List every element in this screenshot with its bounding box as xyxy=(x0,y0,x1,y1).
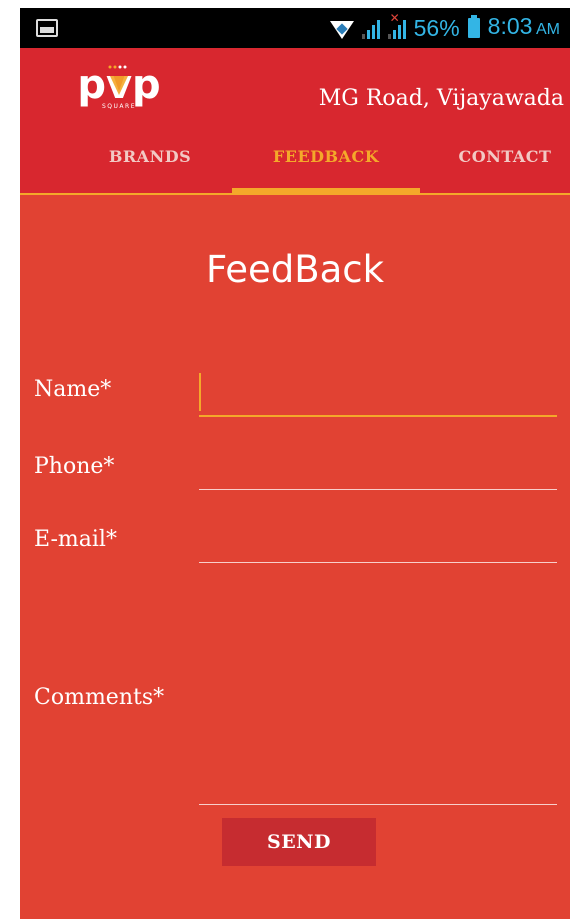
wifi-icon xyxy=(329,21,354,39)
signal-icon-no-sim: ✕ xyxy=(387,11,406,39)
email-input[interactable] xyxy=(199,518,557,563)
battery-icon xyxy=(467,15,480,38)
phone-screen: ✕ 56% 8:03 AM pvp SQUARE MG Road, Vijaya… xyxy=(20,8,570,919)
location-label: MG Road, Vijayawada xyxy=(318,86,564,111)
name-input[interactable] xyxy=(199,371,557,417)
pvp-logo: pvp SQUARE xyxy=(77,64,160,110)
phone-input[interactable] xyxy=(199,445,557,490)
clock: 8:03 AM xyxy=(488,8,560,50)
header-divider xyxy=(20,193,570,195)
status-icons: ✕ 56% 8:03 AM xyxy=(329,8,560,50)
status-bar: ✕ 56% 8:03 AM xyxy=(20,8,570,48)
email-label: E-mail* xyxy=(34,527,117,552)
clock-time: 8:03 xyxy=(487,13,533,39)
page-title: FeedBack xyxy=(205,248,385,291)
tab-contact[interactable]: CONTACT xyxy=(440,135,570,193)
tab-feedback[interactable]: FEEDBACK xyxy=(232,135,420,193)
tab-bar: BRANDS FEEDBACK CONTACT xyxy=(20,135,570,193)
clock-ampm: AM xyxy=(536,21,560,38)
send-button[interactable]: SEND xyxy=(222,818,376,866)
logo-subtext: SQUARE xyxy=(102,103,136,110)
tab-brands[interactable]: BRANDS xyxy=(80,135,220,193)
comments-input[interactable] xyxy=(199,568,557,805)
battery-percent: 56% xyxy=(413,15,460,41)
comments-label: Comments* xyxy=(34,685,165,710)
signal-icon xyxy=(361,17,380,39)
phone-label: Phone* xyxy=(34,454,115,479)
gallery-icon xyxy=(36,19,58,37)
app-header: pvp SQUARE MG Road, Vijayawada BRANDS FE… xyxy=(20,48,570,194)
name-label: Name* xyxy=(34,377,112,402)
text-cursor xyxy=(199,373,201,411)
